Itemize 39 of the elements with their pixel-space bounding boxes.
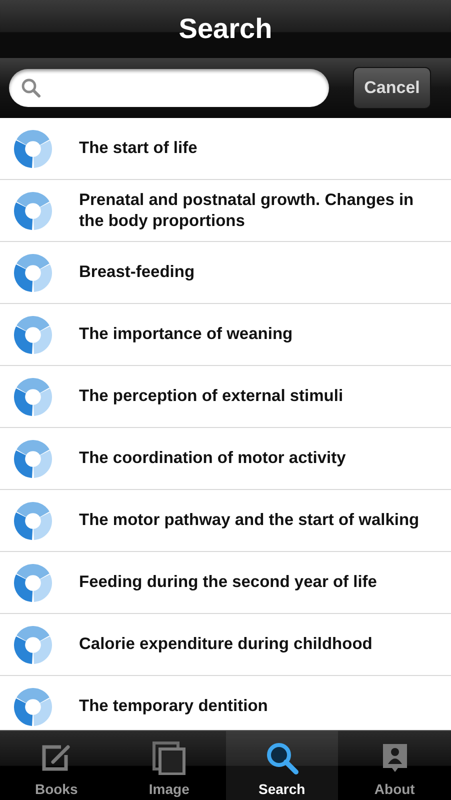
result-title: Prenatal and postnatal growth. Changes in the body proportions bbox=[79, 190, 415, 232]
result-title: Calorie expenditure during childhood bbox=[79, 634, 372, 655]
result-item[interactable]: The coordination of motor activity bbox=[0, 428, 451, 490]
ring-icon bbox=[14, 378, 52, 416]
stacked-frames-icon bbox=[152, 741, 186, 775]
result-title: The motor pathway and the start of walking bbox=[79, 510, 420, 531]
ring-icon bbox=[14, 626, 52, 664]
search-icon bbox=[21, 78, 41, 98]
ring-icon bbox=[14, 688, 52, 726]
tab[interactable]: About bbox=[338, 731, 451, 800]
result-item[interactable]: Calorie expenditure during childhood bbox=[0, 614, 451, 676]
result-item[interactable]: The motor pathway and the start of walking bbox=[0, 490, 451, 552]
result-item[interactable]: Feeding during the second year of life bbox=[0, 552, 451, 614]
ring-icon bbox=[14, 564, 52, 602]
result-title: The importance of weaning bbox=[79, 324, 293, 345]
result-title: Feeding during the second year of life bbox=[79, 572, 377, 593]
result-title: The start of life bbox=[79, 138, 198, 159]
ring-icon bbox=[14, 192, 52, 230]
search-field[interactable] bbox=[9, 69, 329, 107]
tab[interactable]: Search bbox=[226, 731, 338, 800]
result-item[interactable]: Prenatal and postnatal growth. Changes in the body proportions bbox=[0, 180, 451, 242]
ring-icon bbox=[14, 440, 52, 478]
ring-icon bbox=[14, 502, 52, 540]
result-title: Breast-feeding bbox=[79, 262, 195, 283]
nav-title: Search bbox=[178, 13, 272, 45]
search-icon bbox=[264, 741, 299, 775]
ring-icon bbox=[14, 130, 52, 168]
result-item[interactable]: The importance of weaning bbox=[0, 304, 451, 366]
result-title: The perception of external stimuli bbox=[79, 386, 344, 407]
cancel-button[interactable]: Cancel bbox=[353, 67, 431, 109]
result-item[interactable]: The start of life bbox=[0, 118, 451, 180]
result-title: The temporary dentition bbox=[79, 696, 268, 717]
ring-icon bbox=[14, 254, 52, 292]
tab[interactable]: Image bbox=[112, 731, 226, 800]
result-item[interactable]: The perception of external stimuli bbox=[0, 366, 451, 428]
result-item[interactable]: Breast-feeding bbox=[0, 242, 451, 304]
ring-icon bbox=[14, 316, 52, 354]
tab[interactable]: Books bbox=[0, 731, 113, 800]
result-title: The coordination of motor activity bbox=[79, 448, 346, 469]
